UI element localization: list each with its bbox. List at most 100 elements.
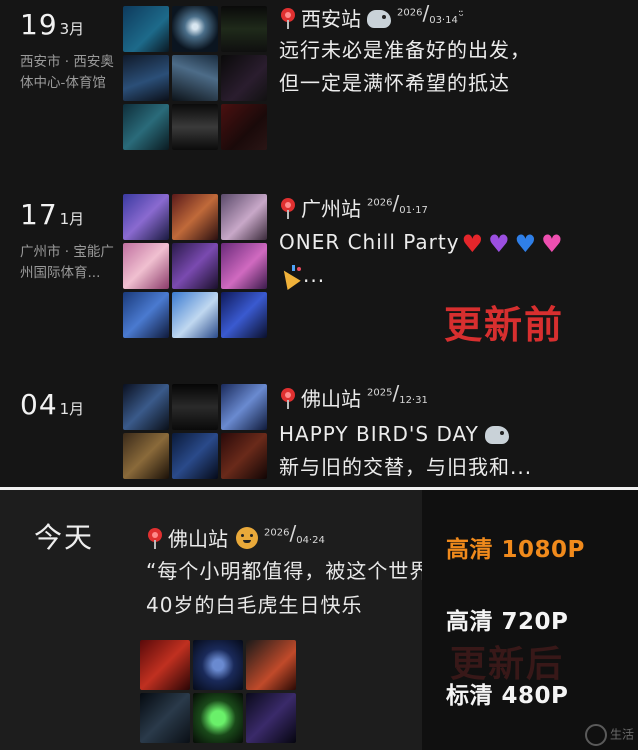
timestamp-year: 2025 — [367, 387, 393, 399]
photo-thumb[interactable] — [140, 693, 190, 743]
entry-date: 19 3月 西安市 · 西安奥体中心-体育馆 — [20, 10, 120, 94]
entry-title: 西安站 2026/03·14ᵕ̈ — [279, 1, 624, 34]
tiger-emoji-icon — [236, 527, 258, 549]
photo-thumb[interactable] — [172, 243, 218, 289]
entry-timestamp: 2026/04·24 — [264, 521, 325, 547]
entry-title: 佛山站 2026/04·24 — [146, 521, 426, 554]
entry-content: 西安站 2026/03·14ᵕ̈ 远行未必是准备好的出发， 但一定是满怀希望的抵… — [279, 1, 624, 100]
photo-thumb[interactable] — [123, 194, 169, 240]
photo-thumb[interactable] — [221, 292, 267, 338]
app-screen: 19 3月 西安市 · 西安奥体中心-体育馆 西安站 2026/03·14ᵕ̈ 远… — [0, 0, 638, 750]
entry-line: ONER Chill Party — [279, 230, 460, 254]
entry-line: ... — [303, 263, 326, 287]
photo-thumb[interactable] — [221, 55, 267, 101]
timestamp-monthday: 01·17 — [399, 205, 428, 217]
photo-thumb[interactable] — [140, 640, 190, 690]
photo-grid[interactable] — [123, 194, 267, 338]
timestamp-monthday: 03·14 — [429, 15, 458, 27]
party-popper-icon — [277, 264, 303, 290]
entry-timestamp: 2026/03·14ᵕ̈ — [397, 1, 464, 27]
entry-month: 1月 — [59, 210, 85, 228]
today-label: 今天 — [34, 521, 95, 554]
photo-grid[interactable] — [123, 6, 267, 150]
photo-grid[interactable] — [140, 640, 296, 743]
station-name: 佛山站 — [301, 387, 361, 411]
smile-icon: ᵕ̈ — [458, 9, 464, 23]
photo-thumb[interactable] — [246, 640, 296, 690]
photo-thumb[interactable] — [123, 104, 169, 150]
photo-thumb[interactable] — [221, 6, 267, 52]
hearts-row: ♥ ♥ ♥ ♥ — [462, 232, 564, 256]
station-name: 广州站 — [301, 197, 361, 221]
photo-thumb[interactable] — [172, 292, 218, 338]
entry-day: 19 — [20, 8, 58, 41]
photo-grid[interactable] — [123, 384, 267, 479]
watermark-text: 生活 — [609, 727, 634, 742]
entry-line: 但一定是满怀希望的抵达 — [279, 71, 510, 95]
photo-thumb[interactable] — [193, 640, 243, 690]
bird-emoji-icon — [367, 10, 391, 28]
entry-line-with-hearts: ONER Chill Party ♥ ♥ ♥ ♥ — [279, 226, 624, 259]
entry-timestamp: 2026/01·17 — [367, 191, 428, 217]
photo-thumb[interactable] — [172, 433, 218, 479]
pin-icon — [281, 388, 295, 409]
after-update-preview: 今天 佛山站 2026/04·24 “每个小明都值得，被这个世界爱着” 40岁的… — [0, 490, 638, 750]
photo-thumb[interactable] — [172, 194, 218, 240]
entry-title: 佛山站 2025/12·31 — [279, 381, 624, 414]
photo-thumb[interactable] — [123, 6, 169, 52]
entry-line: “每个小明都值得，被这个世界爱着” — [146, 559, 484, 583]
photo-thumb[interactable] — [193, 693, 243, 743]
timestamp-monthday: 04·24 — [296, 535, 325, 547]
photo-thumb[interactable] — [123, 292, 169, 338]
photo-thumb[interactable] — [172, 384, 218, 430]
photo-thumb[interactable] — [123, 55, 169, 101]
entry-line: 40岁的白毛虎生日快乐 — [146, 593, 363, 617]
date-line: 17 1月 — [20, 200, 120, 230]
quality-option-480p[interactable]: 标清 480P — [446, 676, 568, 710]
quality-option-720p[interactable]: 高清 720P — [446, 602, 568, 636]
video-quality-menu: 更新后 高清 1080P 高清 720P 标清 480P 生活 — [422, 490, 638, 750]
heart-blue-icon: ♥ — [514, 229, 538, 258]
entry-line: 新与旧的交替，与旧我和... — [279, 455, 533, 479]
pin-icon — [148, 528, 162, 549]
entry-timestamp: 2025/12·31 — [367, 381, 428, 407]
photo-thumb[interactable] — [221, 104, 267, 150]
entry-month: 1月 — [59, 400, 85, 418]
heart-pink-icon: ♥ — [541, 229, 564, 258]
photo-thumb[interactable] — [172, 104, 218, 150]
photo-thumb[interactable] — [221, 384, 267, 430]
entry-content: 广州站 2026/01·17 ONER Chill Party ♥ ♥ ♥ ♥ ... — [277, 191, 624, 292]
quality-option-1080p[interactable]: 高清 1080P — [446, 530, 585, 564]
entry-line-bird: HAPPY BIRD'S DAY — [279, 418, 624, 451]
watermark-logo-icon — [584, 724, 607, 746]
photo-thumb[interactable] — [172, 55, 218, 101]
bird-emoji-icon — [484, 425, 509, 444]
entry-date: 17 1月 广州市 · 宝能广州国际体育... — [20, 200, 120, 284]
timestamp-monthday: 12·31 — [399, 395, 428, 407]
timestamp-year: 2026 — [397, 7, 423, 19]
station-name: 佛山站 — [168, 527, 228, 551]
entry-day: 17 — [20, 198, 58, 231]
entry-line-party: ... — [277, 259, 624, 292]
photo-thumb[interactable] — [221, 194, 267, 240]
pin-icon — [281, 198, 295, 219]
photo-thumb[interactable] — [246, 693, 296, 743]
pin-icon — [281, 8, 295, 29]
photo-thumb[interactable] — [123, 384, 169, 430]
watermark: 生活 — [584, 724, 634, 746]
photo-thumb[interactable] — [221, 433, 267, 479]
timestamp-year: 2026 — [264, 527, 290, 539]
photo-thumb[interactable] — [123, 433, 169, 479]
entry-date: 04 1月 — [20, 390, 120, 420]
date-line: 04 1月 — [20, 390, 120, 420]
photo-thumb[interactable] — [172, 6, 218, 52]
entry-location: 广州市 · 宝能广州国际体育... — [20, 244, 114, 281]
station-name: 西安站 — [301, 7, 361, 31]
entry-location: 西安市 · 西安奥体中心-体育馆 — [20, 54, 114, 91]
date-line: 19 3月 — [20, 10, 120, 40]
photo-thumb[interactable] — [221, 243, 267, 289]
entry-title: 广州站 2026/01·17 — [279, 191, 624, 224]
photo-thumb[interactable] — [123, 243, 169, 289]
heart-red-icon: ♥ — [461, 229, 485, 258]
heart-purple-icon: ♥ — [488, 229, 511, 258]
